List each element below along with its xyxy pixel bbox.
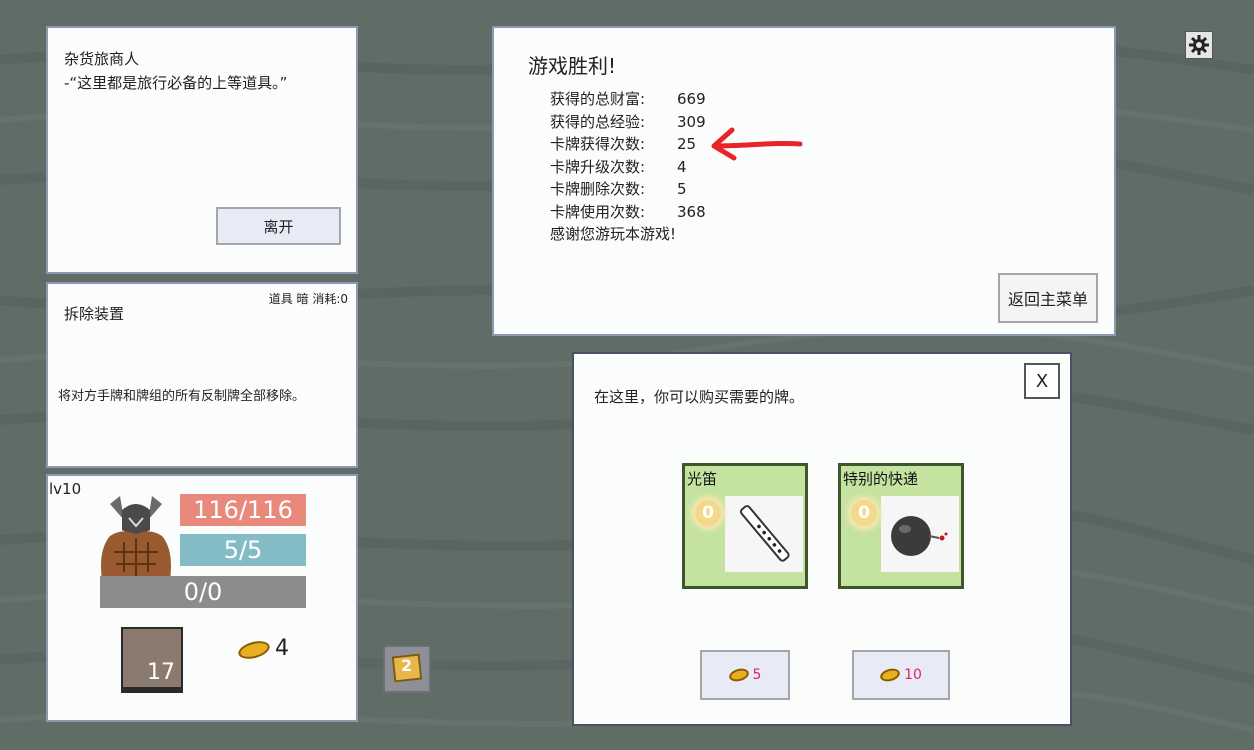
card-meta: 道具 暗 消耗:0 bbox=[268, 292, 348, 306]
victory-panel: 游戏胜利! 获得的总财富: 669 获得的总经验: 309 卡牌获得次数: 25 卡牌… bbox=[492, 26, 1116, 336]
victory-title: 游戏胜利! bbox=[528, 54, 617, 78]
buy-price: 5 bbox=[752, 667, 762, 683]
stat-cards-removed: 卡牌删除次数: 5 bbox=[550, 180, 687, 198]
shop-card[interactable]: 光笛 0 bbox=[682, 463, 808, 589]
card-description: 将对方手牌和牌组的所有反制牌全部移除。 bbox=[58, 389, 306, 404]
shop-panel: 在这里，你可以购买需要的牌。 X 光笛 0 特别的快递 0 5 10 bbox=[572, 352, 1072, 726]
card-name: 光笛 bbox=[687, 470, 718, 488]
card-title: 拆除装置 bbox=[64, 305, 125, 323]
leave-button[interactable]: 离开 bbox=[216, 207, 341, 245]
card-pack-button[interactable]: 2 bbox=[383, 645, 431, 693]
gold-amount: 4 bbox=[275, 636, 289, 661]
coin-icon bbox=[727, 666, 750, 684]
stat-total-wealth: 获得的总财富: 669 bbox=[550, 90, 706, 108]
buy-button[interactable]: 10 bbox=[852, 650, 950, 700]
hp-bar: 116/116 bbox=[180, 494, 306, 526]
hand-drawn-arrow-annotation bbox=[711, 127, 803, 161]
close-button[interactable]: X bbox=[1024, 363, 1060, 399]
card-cost: 0 bbox=[851, 500, 877, 526]
player-avatar bbox=[101, 496, 171, 580]
stat-cards-used: 卡牌使用次数: 368 bbox=[550, 202, 706, 221]
card-pack-count: 2 bbox=[401, 656, 413, 675]
player-level: lv10 bbox=[49, 480, 82, 498]
coin-icon bbox=[236, 638, 272, 662]
shop-card[interactable]: 特别的快递 0 bbox=[838, 463, 964, 589]
stat-cards-obtained: 卡牌获得次数: 25 bbox=[550, 135, 697, 153]
xp-bar: 0/0 bbox=[100, 576, 306, 608]
buy-button[interactable]: 5 bbox=[700, 650, 790, 700]
return-main-menu-button[interactable]: 返回主菜单 bbox=[998, 273, 1098, 323]
settings-gear-icon bbox=[1189, 35, 1209, 55]
victory-stats: 获得的总财富: 669 获得的总经验: 309 卡牌获得次数: 25 卡牌升级次数: 4… bbox=[550, 88, 706, 246]
stat-cards-upgraded: 卡牌升级次数: 4 bbox=[550, 157, 687, 176]
coin-icon bbox=[878, 666, 902, 684]
merchant-name: 杂货旅商人 bbox=[64, 50, 140, 68]
mp-bar: 5/5 bbox=[180, 534, 306, 566]
flute-art bbox=[725, 496, 803, 572]
card-name: 特别的快递 bbox=[843, 470, 919, 488]
bomb-art bbox=[881, 496, 959, 572]
settings-button[interactable] bbox=[1185, 31, 1213, 59]
card-cost: 0 bbox=[695, 500, 721, 526]
deck-pile[interactable]: 17 bbox=[121, 627, 183, 693]
thanks-message: 感谢您游玩本游戏! bbox=[550, 225, 677, 243]
deck-count: 17 bbox=[147, 660, 175, 685]
card-detail-panel: 道具 暗 消耗:0 拆除装置 将对方手牌和牌组的所有反制牌全部移除。 bbox=[46, 282, 358, 468]
shop-intro: 在这里，你可以购买需要的牌。 bbox=[594, 388, 805, 406]
player-status-panel: lv10 116/116 5/5 0/0 17 4 bbox=[46, 474, 358, 722]
buy-price: 10 bbox=[904, 667, 922, 683]
merchant-panel: 杂货旅商人 -“这里都是旅行必备的上等道具。” 离开 bbox=[46, 26, 358, 274]
stat-total-exp: 获得的总经验: 309 bbox=[550, 112, 706, 131]
merchant-quote: -“这里都是旅行必备的上等道具。” bbox=[64, 74, 288, 92]
